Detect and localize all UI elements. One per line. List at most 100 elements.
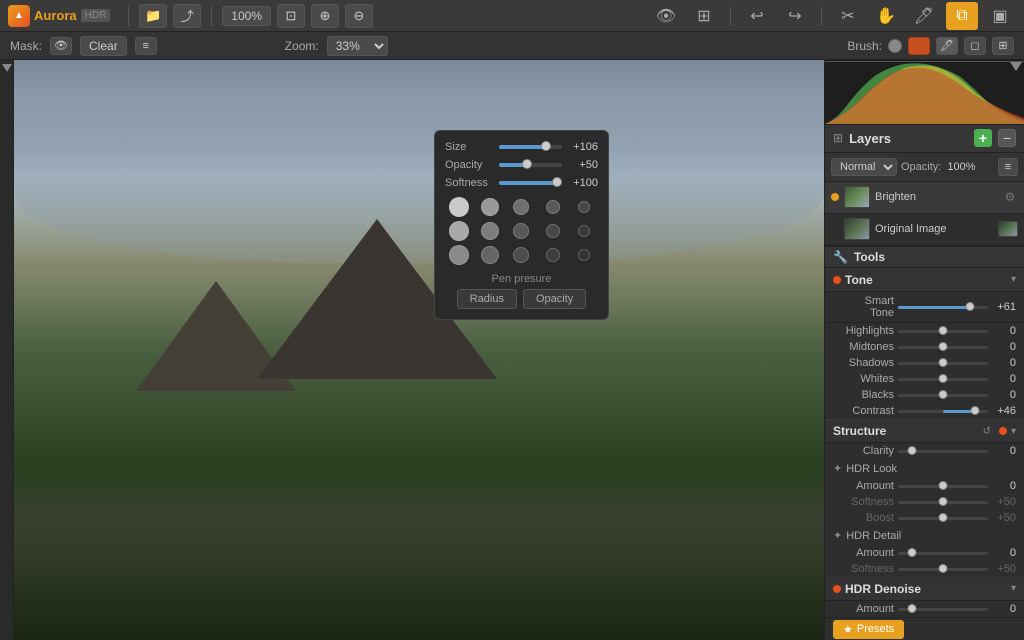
hdr-boost-label: Boost [839, 512, 894, 524]
blacks-slider[interactable] [898, 394, 988, 397]
midtones-row: Midtones 0 [825, 339, 1024, 355]
layers-button[interactable]: ⧉ [946, 2, 978, 30]
softness-value: +100 [566, 177, 598, 189]
hdr-detail-label-row: ✦ HDR Detail [825, 526, 1024, 545]
zoom-select[interactable]: 33% 50% 100% [327, 36, 388, 56]
whites-value: 0 [992, 373, 1016, 385]
layer-item-original[interactable]: Original Image [825, 214, 1024, 246]
shadows-slider[interactable] [898, 362, 988, 365]
layers-icon: ⊞ [833, 131, 843, 145]
zoom-label: Zoom: [285, 39, 319, 53]
left-edge-bar [0, 60, 14, 640]
brush-paint-button[interactable]: 🖊 [936, 37, 958, 55]
whites-row: Whites 0 [825, 371, 1024, 387]
whites-slider[interactable] [898, 378, 988, 381]
presets-button[interactable]: ★ Presets [833, 620, 904, 639]
hdr-softness-row: Softness +50 [825, 494, 1024, 510]
hdr-softness-label: Softness [839, 496, 894, 508]
layers-section-header[interactable]: ⊞ Layers + − [825, 125, 1024, 153]
hdr-boost-slider[interactable] [898, 517, 988, 520]
hdr-denoise-header[interactable]: HDR Denoise ▾ [825, 577, 1024, 601]
softness-slider[interactable] [499, 181, 562, 185]
share-button[interactable]: ⤴ [173, 4, 201, 28]
hdr-amount-slider[interactable] [898, 485, 988, 488]
tools-header[interactable]: 🔧 Tools [825, 247, 1024, 268]
mask-eye-button[interactable]: 👁 [50, 37, 72, 55]
layers-menu-button[interactable]: ≡ [998, 158, 1018, 176]
layers-remove-button[interactable]: − [998, 129, 1016, 147]
before-after-button[interactable]: 👁 [650, 2, 682, 30]
structure-header[interactable]: Structure ↺ ▾ [825, 419, 1024, 443]
pen-pressure-label: Pen presure [445, 273, 598, 285]
histogram-chart [825, 60, 1024, 124]
export-button[interactable]: ▣ [984, 2, 1016, 30]
hdr-look-label-row: ✦ HDR Look [825, 459, 1024, 478]
layer-name-original: Original Image [875, 223, 989, 235]
tools-title: Tools [854, 250, 885, 264]
layer-item-brighten[interactable]: Brighten ⚙ [825, 182, 1024, 214]
clarity-label: Clarity [839, 445, 894, 457]
opacity-slider[interactable] [499, 163, 562, 167]
smart-tone-row: Smart Tone +61 [825, 292, 1024, 323]
brush-erase-button[interactable]: ◻ [964, 37, 986, 55]
brush-size-indicator [888, 39, 902, 53]
structure-dot [999, 427, 1007, 435]
smart-tone-label: Smart Tone [839, 295, 894, 319]
brush-color-button[interactable] [908, 37, 930, 55]
contrast-slider[interactable] [898, 410, 988, 413]
layers-title: Layers [849, 131, 968, 146]
zoom-in-button[interactable]: ⊕ [311, 4, 339, 28]
detail-softness-row: Softness +50 [825, 561, 1024, 577]
clear-button[interactable]: Clear [80, 36, 127, 56]
layers-add-button[interactable]: + [974, 129, 992, 147]
highlights-slider[interactable] [898, 330, 988, 333]
tone-title: Tone [845, 273, 1007, 287]
hdr-denoise-arrow: ▾ [1011, 583, 1016, 594]
hdr-softness-slider[interactable] [898, 501, 988, 504]
layer-settings-button[interactable]: ⚙ [1002, 189, 1018, 205]
opacity-mode-button[interactable]: Opacity [523, 289, 586, 309]
original-layer-thumbnail [844, 218, 870, 240]
mask-options-button[interactable]: ≡ [135, 37, 157, 55]
layers-controls: Normal Opacity: 100% ≡ [825, 153, 1024, 182]
size-slider[interactable] [499, 145, 562, 149]
denoise-amount-slider[interactable] [898, 608, 988, 611]
detail-amount-slider[interactable] [898, 552, 988, 555]
blacks-label: Blacks [839, 389, 894, 401]
fit-button[interactable]: ⊡ [277, 4, 305, 28]
smart-tone-slider[interactable] [898, 306, 988, 309]
main-area: Size +106 Opacity +50 Softness [0, 60, 1024, 640]
brush-menu-button[interactable]: ⊞ [992, 37, 1014, 55]
radius-button[interactable]: Radius [457, 289, 517, 309]
app-name: Aurora [34, 8, 77, 23]
canvas-area[interactable]: Size +106 Opacity +50 Softness [14, 60, 824, 640]
undo-button[interactable]: ↩ [741, 2, 773, 30]
blend-mode-select[interactable]: Normal [831, 158, 897, 176]
contrast-row: Contrast +46 [825, 403, 1024, 419]
brush-tool-button[interactable]: 🖊 [908, 2, 940, 30]
compare-button[interactable]: ⊞ [688, 2, 720, 30]
clarity-slider[interactable] [898, 450, 988, 453]
hdr-boost-row: Boost +50 [825, 510, 1024, 526]
hdr-amount-value: 0 [992, 480, 1016, 492]
detail-amount-label: Amount [839, 547, 894, 559]
contrast-value: +46 [992, 405, 1016, 417]
zoom-out-button[interactable]: ⊖ [345, 4, 373, 28]
open-button[interactable]: 📁 [139, 4, 167, 28]
detail-softness-slider[interactable] [898, 568, 988, 571]
top-toolbar: ▲ Aurora HDR 📁 ⤴ 100% ⊡ ⊕ ⊖ 👁 ⊞ ↩ ↪ ✂ ✋ … [0, 0, 1024, 32]
redo-button[interactable]: ↪ [779, 2, 811, 30]
zoom-percent-display: 100% [222, 6, 271, 26]
pan-button[interactable]: ✋ [870, 2, 902, 30]
separator-1 [128, 6, 129, 26]
hdr-denoise-title: HDR Denoise [845, 582, 1007, 596]
structure-refresh-icon: ↺ [983, 426, 991, 437]
histogram-triangle [1010, 62, 1022, 71]
midtones-slider[interactable] [898, 346, 988, 349]
opacity-value: +50 [566, 159, 598, 171]
hdr-look-name: HDR Look [846, 463, 1016, 475]
crop-button[interactable]: ✂ [832, 2, 864, 30]
hdr-look-icon: ✦ [833, 462, 842, 475]
tone-section-header[interactable]: Tone ▾ [825, 268, 1024, 292]
shadows-row: Shadows 0 [825, 355, 1024, 371]
